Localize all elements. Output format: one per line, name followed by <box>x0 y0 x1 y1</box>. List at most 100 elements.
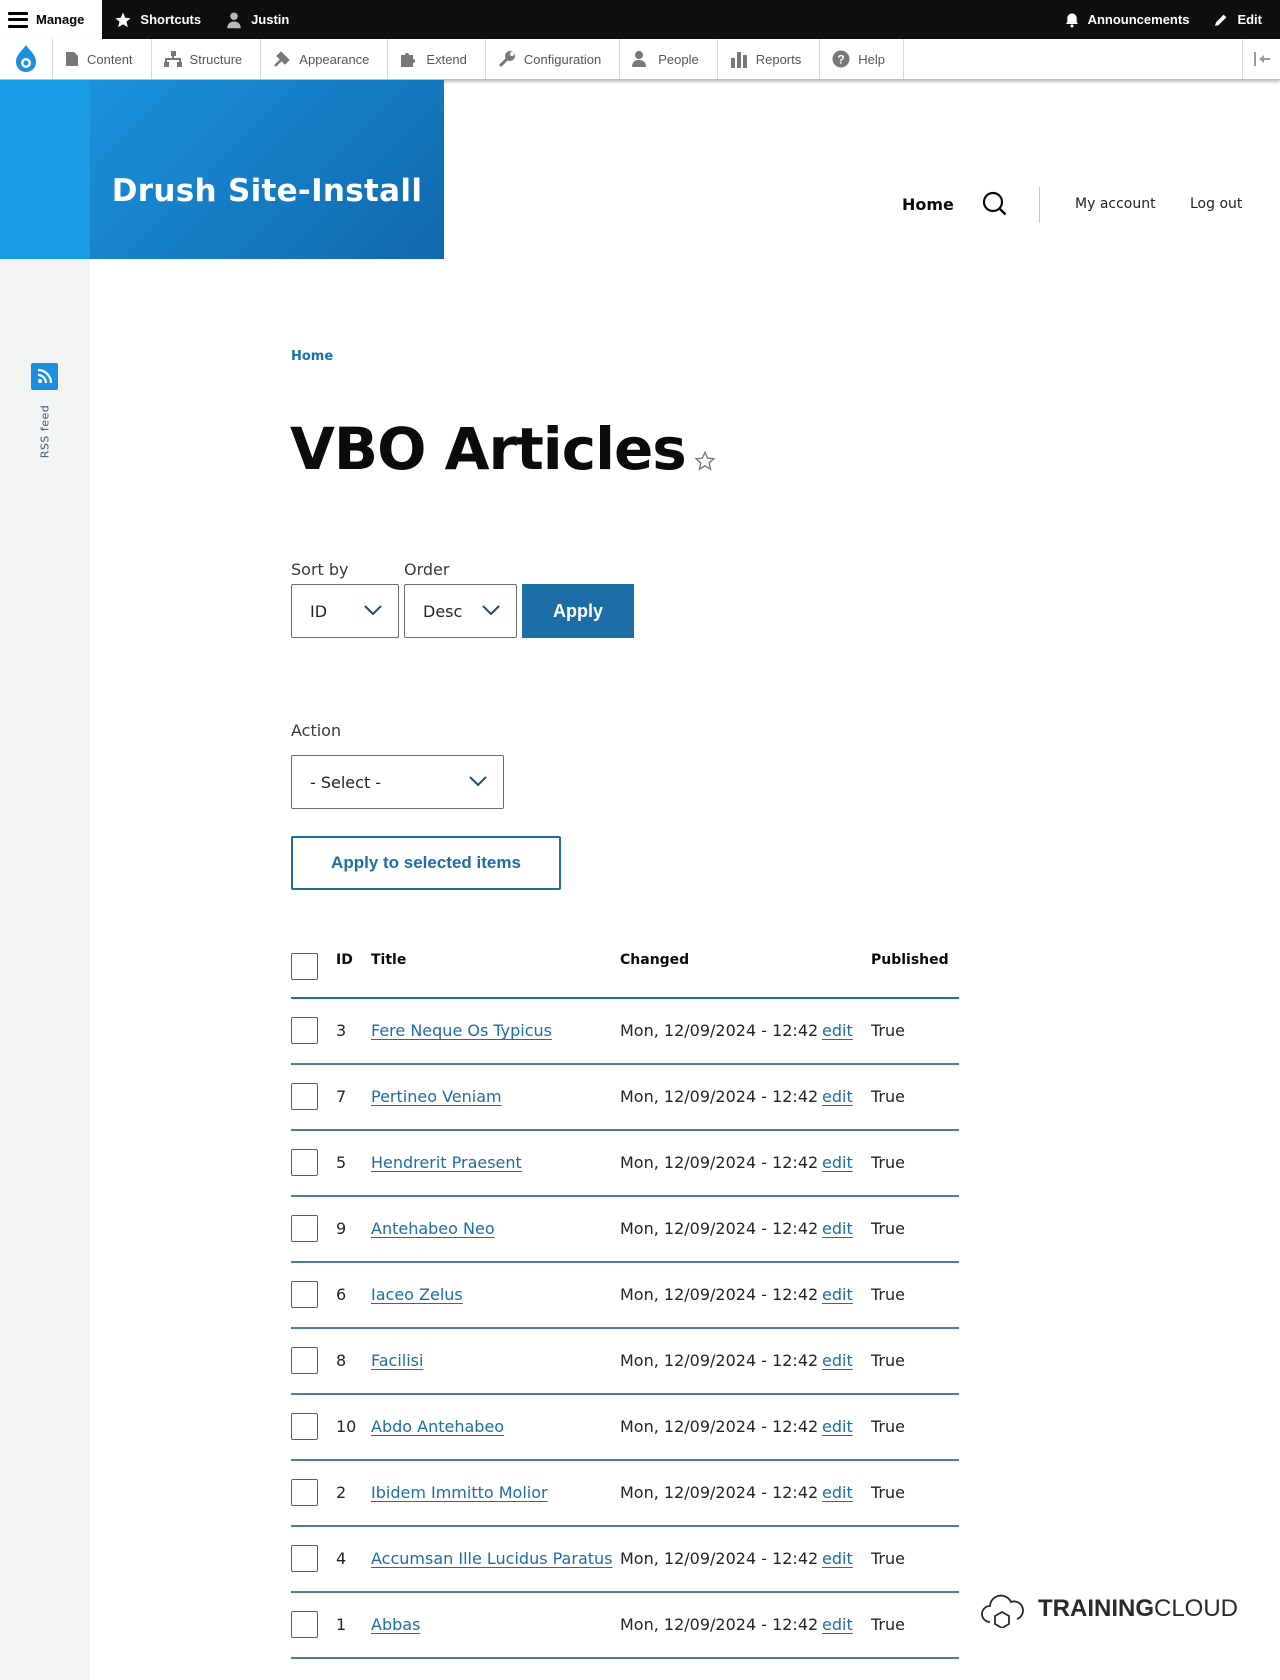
action-value: - Select - <box>310 772 382 792</box>
edit-tab[interactable]: Edit <box>1201 0 1280 39</box>
header-id[interactable]: ID <box>336 952 353 968</box>
rss-feed-link[interactable] <box>31 363 58 390</box>
hamburger-icon <box>8 11 28 28</box>
rss-icon <box>37 368 53 384</box>
row-title-link[interactable]: Accumsan Ille Lucidus Paratus <box>371 1549 613 1568</box>
tray-item-structure[interactable]: Structure <box>152 39 262 79</box>
rss-feed-text: RSS feed <box>38 404 52 458</box>
tray-item-label: Help <box>858 51 885 67</box>
document-icon <box>66 52 78 66</box>
row-checkbox[interactable] <box>291 1611 318 1638</box>
tray-orientation-toggle[interactable] <box>1242 39 1280 79</box>
shortcut-star-icon[interactable] <box>694 450 716 472</box>
nav-home-link[interactable]: Home <box>902 186 954 222</box>
row-edit-link[interactable]: edit <box>822 1615 853 1634</box>
row-checkbox[interactable] <box>291 1083 318 1110</box>
select-all-checkbox[interactable] <box>291 953 318 980</box>
row-checkbox[interactable] <box>291 1017 318 1044</box>
row-edit-link[interactable]: edit <box>822 1285 853 1304</box>
paintbrush-icon <box>274 51 291 67</box>
chevron-down-icon <box>364 605 382 616</box>
bar-chart-icon <box>730 52 747 68</box>
announcements-label: Announcements <box>1087 12 1190 27</box>
order-select[interactable]: Desc <box>404 584 517 638</box>
sitemap-icon <box>163 51 182 67</box>
row-edit-link[interactable]: edit <box>822 1483 853 1502</box>
row-edit-link[interactable]: edit <box>822 1417 853 1436</box>
search-button[interactable] <box>982 186 1008 222</box>
announcements-tab[interactable]: Announcements <box>1052 0 1202 39</box>
breadcrumb-home-link[interactable]: Home <box>291 349 333 364</box>
log-out-link[interactable]: Log out <box>1190 186 1242 222</box>
tray-item-help[interactable]: ? Help <box>820 39 904 79</box>
row-changed: Mon, 12/09/2024 - 12:42 <box>620 1087 819 1106</box>
table-row: 9 Antehabeo Neo Mon, 12/09/2024 - 12:42 edi… <box>291 1197 959 1263</box>
rss-feed-label[interactable]: RSS feed <box>30 400 60 462</box>
star-icon <box>115 12 131 27</box>
tray-item-content[interactable]: Content <box>53 39 152 79</box>
help-icon: ? <box>832 50 850 68</box>
table-row: 3 Fere Neque Os Typicus Mon, 12/09/2024 - … <box>291 999 959 1065</box>
row-title-link[interactable]: Fere Neque Os Typicus <box>371 1021 552 1040</box>
row-edit-link[interactable]: edit <box>822 1021 853 1040</box>
row-edit-link[interactable]: edit <box>822 1219 853 1238</box>
row-edit-link[interactable]: edit <box>822 1351 853 1370</box>
wrench-icon <box>498 51 515 68</box>
row-edit-link[interactable]: edit <box>822 1087 853 1106</box>
header-changed[interactable]: Changed <box>620 952 689 968</box>
user-icon <box>227 12 241 28</box>
tray-item-people[interactable]: People <box>620 39 718 79</box>
table-row: 5 Hendrerit Praesent Mon, 12/09/2024 - 12:… <box>291 1131 959 1197</box>
site-name: Drush Site-Install <box>111 172 423 209</box>
row-checkbox[interactable] <box>291 1215 318 1242</box>
row-title-link[interactable]: Facilisi <box>371 1351 423 1370</box>
row-checkbox[interactable] <box>291 1479 318 1506</box>
action-select[interactable]: - Select - <box>291 755 504 809</box>
row-title-link[interactable]: Pertineo Veniam <box>371 1087 502 1106</box>
row-title-link[interactable]: Abbas <box>371 1615 420 1634</box>
sort-by-select[interactable]: ID <box>291 584 399 638</box>
my-account-link[interactable]: My account <box>1075 186 1156 222</box>
drupal-logo-link[interactable] <box>0 39 53 79</box>
manage-tab[interactable]: Manage <box>0 0 103 39</box>
row-checkbox[interactable] <box>291 1545 318 1572</box>
row-published: True <box>871 1153 905 1172</box>
row-checkbox[interactable] <box>291 1281 318 1308</box>
row-checkbox[interactable] <box>291 1413 318 1440</box>
header-published[interactable]: Published <box>871 952 949 968</box>
table-row: 6 Iaceo Zelus Mon, 12/09/2024 - 12:42 edit T… <box>291 1263 959 1329</box>
row-title-link[interactable]: Ibidem Immitto Molior <box>371 1483 548 1502</box>
row-checkbox[interactable] <box>291 1347 318 1374</box>
table-body: 3 Fere Neque Os Typicus Mon, 12/09/2024 - … <box>291 999 959 1659</box>
shortcuts-tab[interactable]: Shortcuts <box>102 0 213 39</box>
row-title-link[interactable]: Abdo Antehabeo <box>371 1417 504 1436</box>
svg-text:?: ? <box>838 53 845 67</box>
tray-item-appearance[interactable]: Appearance <box>261 39 389 79</box>
search-icon <box>982 191 1007 216</box>
row-title-link[interactable]: Antehabeo Neo <box>371 1219 495 1238</box>
apply-button[interactable]: Apply <box>522 584 634 638</box>
row-title-link[interactable]: Hendrerit Praesent <box>371 1153 522 1172</box>
row-published: True <box>871 1549 905 1568</box>
tray-item-extend[interactable]: Extend <box>388 39 486 79</box>
manage-label: Manage <box>36 12 85 27</box>
apply-to-selected-button[interactable]: Apply to selected items <box>291 836 561 890</box>
tray-item-reports[interactable]: Reports <box>718 39 821 79</box>
row-edit-link[interactable]: edit <box>822 1153 853 1172</box>
row-edit-link[interactable]: edit <box>822 1549 853 1568</box>
row-title-link[interactable]: Iaceo Zelus <box>371 1285 463 1304</box>
row-id: 8 <box>336 1351 347 1370</box>
collapse-left-icon <box>1253 52 1270 66</box>
user-tab[interactable]: Justin <box>213 0 301 39</box>
sort-by-value: ID <box>310 601 328 621</box>
site-branding[interactable]: Drush Site-Install <box>90 80 444 259</box>
row-changed: Mon, 12/09/2024 - 12:42 <box>620 1483 819 1502</box>
admin-toolbar: Manage Shortcuts Justin Announcements Ed… <box>0 0 1280 39</box>
header-title[interactable]: Title <box>371 952 406 968</box>
tray-item-label: People <box>658 51 699 67</box>
drupal-drop-icon <box>16 45 36 72</box>
tray-item-configuration[interactable]: Configuration <box>486 39 621 79</box>
tray-item-label: Configuration <box>523 51 602 67</box>
watermark-text: TRAININGCLOUD <box>1038 1595 1238 1623</box>
row-checkbox[interactable] <box>291 1149 318 1176</box>
